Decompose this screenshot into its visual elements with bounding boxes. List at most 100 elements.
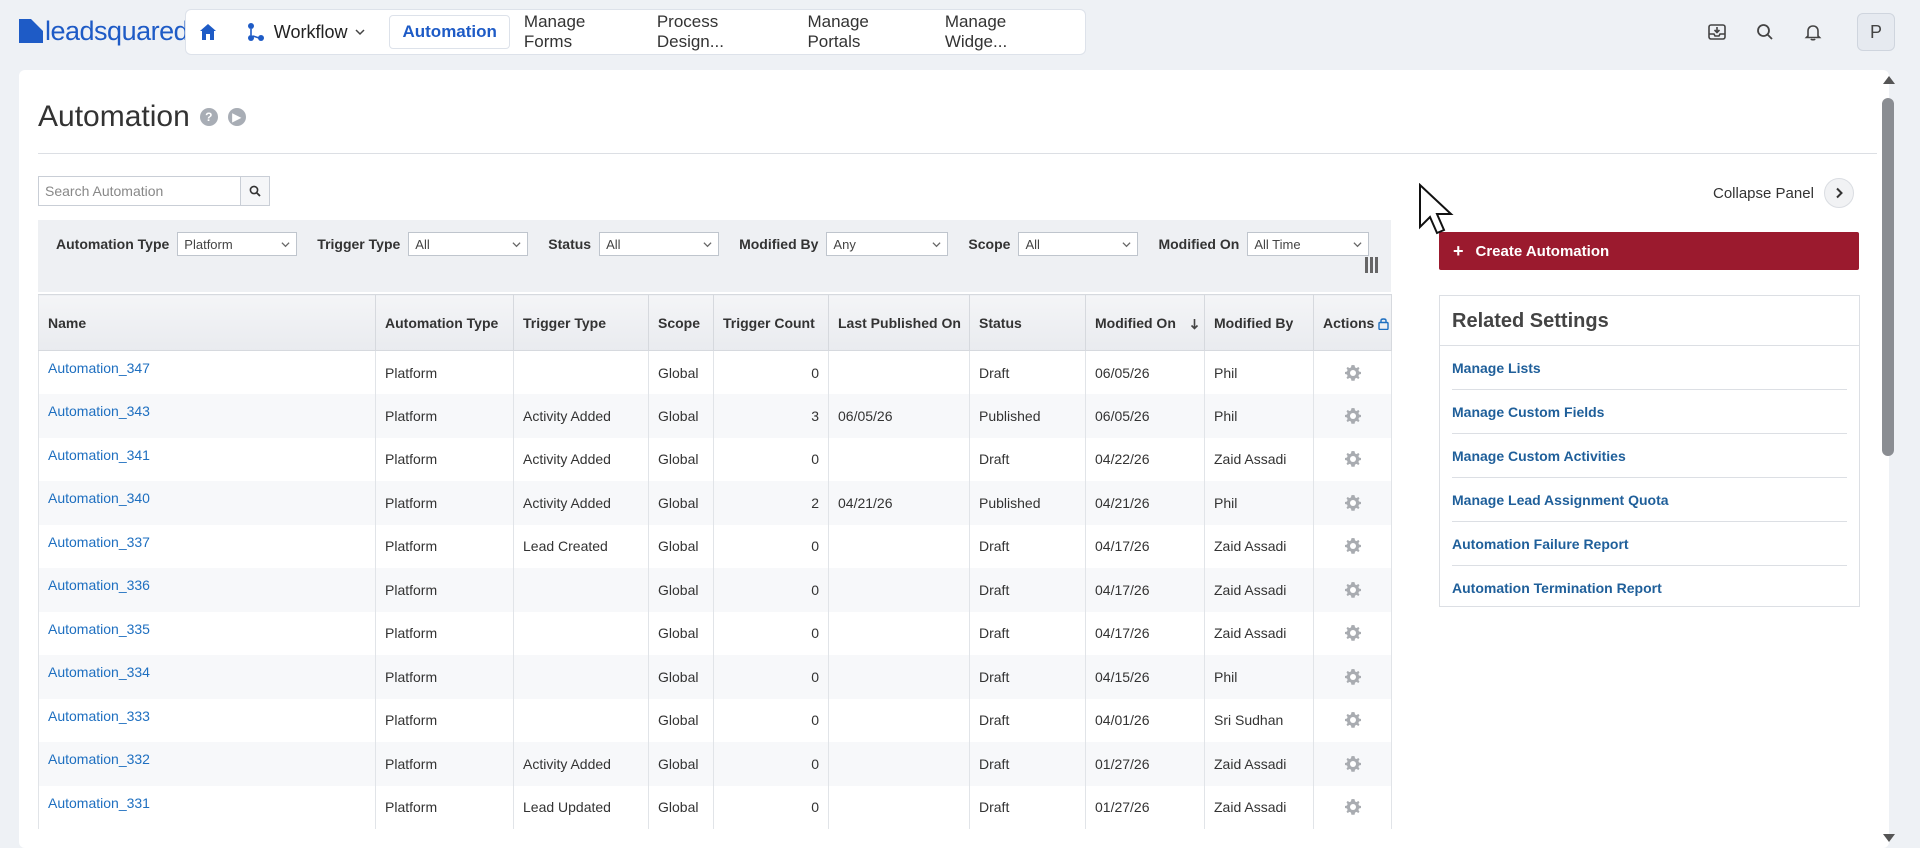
gear-icon[interactable] — [1343, 580, 1363, 600]
table-row: Automation_336 Platform Global 0 Draft 04/17/… — [38, 568, 1392, 612]
collapse-panel-button[interactable] — [1823, 178, 1854, 208]
cell-modified-on: 04/22/26 — [1085, 437, 1205, 481]
filter-automation-type-select[interactable]: Platform — [177, 232, 298, 256]
chevron-down-icon — [1353, 241, 1362, 247]
gear-icon[interactable] — [1343, 449, 1363, 469]
automation-name-link[interactable]: Automation_334 — [48, 664, 150, 680]
cell-trigger-count: 0 — [713, 437, 829, 481]
filter-trigger-type-value: All — [415, 236, 430, 252]
create-automation-button[interactable]: + Create Automation — [1439, 232, 1859, 270]
cell-trigger-count: 2 — [713, 481, 829, 525]
cell-status: Published — [969, 481, 1086, 525]
scroll-down-arrow-icon[interactable] — [1883, 834, 1895, 842]
related-settings-link[interactable]: Manage Lists — [1452, 346, 1847, 390]
cell-actions — [1313, 655, 1392, 699]
col-header-name[interactable]: Name — [38, 294, 376, 351]
automation-name-link[interactable]: Automation_333 — [48, 708, 150, 724]
scroll-up-arrow-icon[interactable] — [1883, 76, 1895, 84]
gear-icon[interactable] — [1343, 667, 1363, 687]
tab-automation[interactable]: Automation — [389, 15, 510, 49]
tab-process-designer[interactable]: Process Design... — [645, 12, 794, 51]
gear-icon[interactable] — [1343, 363, 1363, 383]
automation-name-link[interactable]: Automation_340 — [48, 490, 150, 506]
collapse-panel[interactable]: Collapse Panel — [1713, 178, 1854, 208]
automation-name-link[interactable]: Automation_343 — [48, 403, 150, 419]
related-settings-link[interactable]: Automation Failure Report — [1452, 522, 1847, 566]
workflow-menu[interactable]: Workflow — [236, 15, 378, 49]
cell-automation-type: Platform — [375, 437, 514, 481]
col-header-modified-by[interactable]: Modified By — [1204, 294, 1314, 351]
search-input[interactable] — [38, 176, 240, 206]
page-title: Automation — [38, 100, 190, 133]
notifications-button[interactable] — [1789, 8, 1837, 56]
table-row: Automation_341 Platform Activity Added Glob… — [38, 437, 1392, 481]
col-header-modified-on[interactable]: Modified On — [1085, 294, 1205, 351]
tab-manage-widgets[interactable]: Manage Widge... — [933, 12, 1077, 51]
gear-icon[interactable] — [1343, 754, 1363, 774]
col-header-last-published-on[interactable]: Last Published On — [828, 294, 970, 351]
search-button[interactable] — [240, 176, 270, 206]
cell-actions — [1313, 742, 1392, 786]
related-settings-link[interactable]: Manage Lead Assignment Quota — [1452, 478, 1847, 522]
cell-automation-type: Platform — [375, 568, 514, 612]
col-header-status[interactable]: Status — [969, 294, 1086, 351]
logo-mark-icon — [19, 19, 43, 43]
filter-status-select[interactable]: All — [599, 232, 720, 256]
global-search-button[interactable] — [1741, 8, 1789, 56]
inbox-button[interactable] — [1693, 8, 1741, 56]
cell-actions — [1313, 611, 1392, 655]
automation-name-link[interactable]: Automation_331 — [48, 795, 150, 811]
filter-scope-select[interactable]: All — [1018, 232, 1139, 256]
column-chooser-icon[interactable] — [1365, 257, 1381, 273]
automation-name-link[interactable]: Automation_347 — [48, 360, 150, 376]
tab-manage-forms[interactable]: Manage Forms — [512, 12, 643, 51]
help-icon[interactable]: ? — [199, 108, 218, 126]
related-settings-link[interactable]: Automation Termination Report — [1452, 566, 1847, 610]
home-button[interactable] — [192, 15, 224, 49]
col-header-automation-type[interactable]: Automation Type — [375, 294, 514, 351]
filter-modified-on-value: All Time — [1254, 236, 1301, 252]
gear-icon[interactable] — [1343, 710, 1363, 730]
related-settings-link[interactable]: Manage Custom Activities — [1452, 434, 1847, 478]
related-settings-link[interactable]: Manage Custom Fields — [1452, 390, 1847, 434]
leadsquared-logo[interactable]: leadsquared — [19, 15, 189, 47]
cell-status: Draft — [969, 437, 1086, 481]
table-row: Automation_337 Platform Lead Created Global… — [38, 524, 1392, 568]
lock-icon[interactable] — [1378, 317, 1389, 331]
col-header-trigger-type[interactable]: Trigger Type — [513, 294, 649, 351]
automation-name-link[interactable]: Automation_337 — [48, 534, 150, 550]
table-header-row: Name Automation Type Trigger Type Scope … — [38, 294, 1392, 351]
filter-modified-by-select[interactable]: Any — [826, 232, 949, 256]
table-row: Automation_331 Platform Lead Updated Global… — [38, 785, 1392, 829]
col-header-modified-on-label: Modified On — [1095, 314, 1176, 331]
cell-last-published-on — [828, 785, 970, 829]
gear-icon[interactable] — [1343, 493, 1363, 513]
automation-name-link[interactable]: Automation_341 — [48, 447, 150, 463]
automation-name-link[interactable]: Automation_336 — [48, 577, 150, 593]
cell-modified-on: 06/05/26 — [1085, 350, 1205, 394]
gear-icon[interactable] — [1343, 536, 1363, 556]
related-settings-title: Related Settings — [1440, 296, 1859, 346]
gear-icon[interactable] — [1343, 797, 1363, 817]
bell-icon — [1804, 25, 1822, 41]
page-scrollbar[interactable] — [1880, 72, 1896, 848]
workflow-label: Workflow — [273, 21, 348, 42]
col-header-trigger-count[interactable]: Trigger Count — [713, 294, 829, 351]
cell-name: Automation_335 — [38, 611, 376, 655]
cell-automation-type: Platform — [375, 524, 514, 568]
automation-name-link[interactable]: Automation_332 — [48, 751, 150, 767]
automation-name-link[interactable]: Automation_335 — [48, 621, 150, 637]
filter-trigger-type-select[interactable]: All — [408, 232, 529, 256]
filter-status-value: All — [606, 236, 621, 252]
gear-icon[interactable] — [1343, 406, 1363, 426]
filter-modified-on-select[interactable]: All Time — [1247, 232, 1370, 256]
scroll-thumb[interactable] — [1882, 98, 1894, 456]
table-row: Automation_347 Platform Global 0 Draft 06/05/… — [38, 350, 1392, 394]
cell-status: Draft — [969, 611, 1086, 655]
tab-manage-portals[interactable]: Manage Portals — [795, 12, 930, 51]
gear-icon[interactable] — [1343, 623, 1363, 643]
play-video-icon[interactable]: ▶ — [227, 108, 246, 126]
cell-actions — [1313, 481, 1392, 525]
col-header-scope[interactable]: Scope — [648, 294, 714, 351]
user-avatar[interactable]: P — [1857, 13, 1895, 51]
